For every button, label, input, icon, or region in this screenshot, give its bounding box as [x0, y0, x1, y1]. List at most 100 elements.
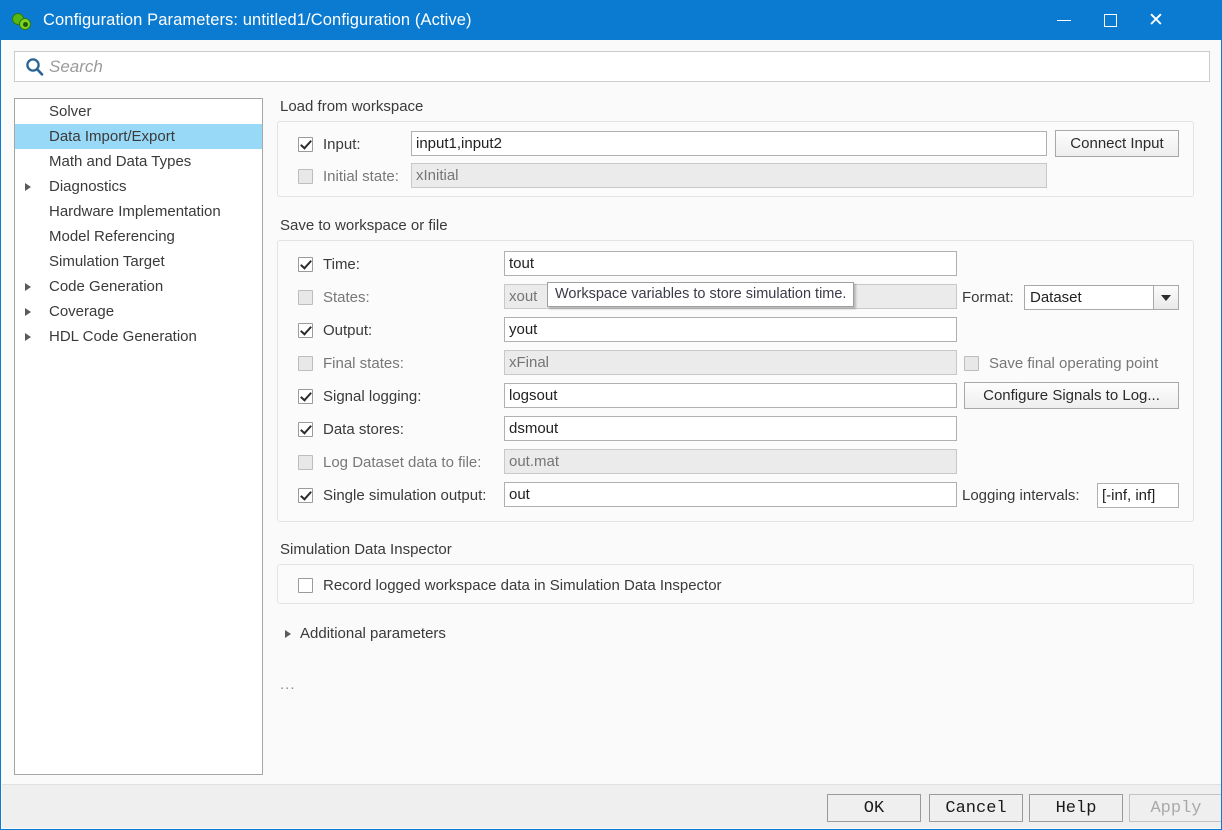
minimize-button[interactable] [1041, 1, 1087, 40]
ok-button[interactable]: OK [827, 794, 921, 822]
minimize-icon [1057, 20, 1071, 21]
sidebar-item-model-referencing[interactable]: Model Referencing [15, 224, 262, 249]
simulink-icon [12, 11, 32, 31]
output-checkbox[interactable] [298, 323, 313, 338]
sidebar-item-diagnostics[interactable]: Diagnostics [15, 174, 262, 199]
time-field[interactable] [504, 251, 957, 276]
connect-input-button[interactable]: Connect Input [1055, 130, 1179, 157]
data-stores-checkbox[interactable] [298, 422, 313, 437]
simulation-data-inspector-title: Simulation Data Inspector [280, 541, 452, 558]
sidebar-item-label: Data Import/Export [49, 128, 175, 145]
sidebar-item-label: Simulation Target [49, 253, 165, 270]
settings-panel: Load from workspace Input: Connect Input… [277, 98, 1210, 775]
output-label: Output: [323, 322, 372, 339]
initial-state-label: Initial state: [323, 168, 399, 185]
format-value: Dataset [1025, 286, 1153, 309]
search-bar[interactable] [14, 51, 1210, 82]
initial-state-checkbox[interactable] [298, 169, 313, 184]
save-final-operating-point-label: Save final operating point [989, 355, 1158, 372]
sidebar-item-label: Model Referencing [49, 228, 175, 245]
final-states-label: Final states: [323, 355, 404, 372]
final-states-field[interactable] [504, 350, 957, 375]
output-row: Output: [298, 315, 372, 345]
final-states-row: Final states: [298, 348, 404, 378]
apply-button: Apply [1129, 794, 1222, 822]
sidebar-item-hardware-implementation[interactable]: Hardware Implementation [15, 199, 262, 224]
save-to-workspace-title: Save to workspace or file [280, 217, 448, 234]
search-icon [21, 57, 47, 76]
final-states-checkbox[interactable] [298, 356, 313, 371]
data-stores-field[interactable] [504, 416, 957, 441]
logging-intervals-field[interactable] [1097, 483, 1179, 508]
save-final-operating-point-checkbox[interactable] [964, 356, 979, 371]
single-simulation-output-row: Single simulation output: [298, 480, 486, 510]
search-input[interactable] [49, 57, 1209, 77]
save-final-operating-point-row: Save final operating point [964, 348, 1158, 378]
initial-state-field[interactable] [411, 163, 1047, 188]
single-simulation-output-checkbox[interactable] [298, 488, 313, 503]
sidebar-item-label: HDL Code Generation [49, 328, 197, 345]
record-logged-data-row: Record logged workspace data in Simulati… [298, 570, 722, 600]
sidebar-item-hdl-code-generation[interactable]: HDL Code Generation [15, 324, 262, 349]
data-stores-row: Data stores: [298, 414, 404, 444]
load-from-workspace-group: Input: Connect Input Initial state: [277, 121, 1194, 197]
time-label: Time: [323, 256, 360, 273]
signal-logging-row: Signal logging: [298, 381, 421, 411]
tooltip-text: Workspace variables to store simulation … [555, 286, 846, 302]
initial-state-row: Initial state: [298, 161, 399, 191]
sidebar-item-label: Hardware Implementation [49, 203, 221, 220]
help-button[interactable]: Help [1029, 794, 1123, 822]
chevron-right-icon [285, 630, 291, 638]
chevron-right-icon[interactable] [25, 333, 41, 341]
log-dataset-data-to-file-label: Log Dataset data to file: [323, 454, 481, 471]
sidebar-item-math-and-data-types[interactable]: Math and Data Types [15, 149, 262, 174]
logging-intervals-label: Logging intervals: [962, 487, 1080, 504]
sidebar-item-coverage[interactable]: Coverage [15, 299, 262, 324]
additional-parameters-disclosure[interactable]: Additional parameters [285, 625, 446, 642]
sidebar-item-label: Diagnostics [49, 178, 127, 195]
maximize-icon [1104, 14, 1117, 27]
format-label: Format: [962, 289, 1014, 306]
tooltip: Workspace variables to store simulation … [547, 282, 854, 307]
chevron-down-icon[interactable] [1153, 286, 1178, 309]
single-simulation-output-field[interactable] [504, 482, 957, 507]
dialog-footer: OK Cancel Help Apply [2, 784, 1222, 828]
cancel-button[interactable]: Cancel [929, 794, 1023, 822]
time-checkbox[interactable] [298, 257, 313, 272]
input-checkbox[interactable] [298, 137, 313, 152]
sidebar-item-code-generation[interactable]: Code Generation [15, 274, 262, 299]
input-label: Input: [323, 136, 361, 153]
window-title: Configuration Parameters: untitled1/Conf… [43, 11, 472, 30]
category-tree[interactable]: Solver Data Import/Export Math and Data … [14, 98, 263, 775]
states-checkbox[interactable] [298, 290, 313, 305]
signal-logging-checkbox[interactable] [298, 389, 313, 404]
chevron-right-icon[interactable] [25, 308, 41, 316]
log-dataset-data-to-file-checkbox[interactable] [298, 455, 313, 470]
signal-logging-field[interactable] [504, 383, 957, 408]
sidebar-item-label: Coverage [49, 303, 114, 320]
single-simulation-output-label: Single simulation output: [323, 487, 486, 504]
sidebar-item-label: Math and Data Types [49, 153, 191, 170]
record-logged-data-checkbox[interactable] [298, 578, 313, 593]
close-button[interactable]: ✕ [1133, 1, 1179, 40]
sidebar-item-data-import-export[interactable]: Data Import/Export [15, 124, 262, 149]
close-icon: ✕ [1148, 11, 1164, 30]
ellipsis-text: ... [280, 676, 296, 693]
configure-signals-to-log-button[interactable]: Configure Signals to Log... [964, 382, 1179, 409]
chevron-right-icon[interactable] [25, 283, 41, 291]
title-bar: Configuration Parameters: untitled1/Conf… [1, 1, 1222, 40]
record-logged-data-label: Record logged workspace data in Simulati… [323, 577, 722, 594]
time-row: Time: [298, 249, 360, 279]
sidebar-item-simulation-target[interactable]: Simulation Target [15, 249, 262, 274]
sidebar-item-label: Solver [49, 103, 92, 120]
maximize-button[interactable] [1087, 1, 1133, 40]
data-stores-label: Data stores: [323, 421, 404, 438]
input-field[interactable] [411, 131, 1047, 156]
log-dataset-data-to-file-field[interactable] [504, 449, 957, 474]
output-field[interactable] [504, 317, 957, 342]
load-from-workspace-title: Load from workspace [280, 98, 1210, 115]
chevron-right-icon[interactable] [25, 183, 41, 191]
format-dropdown[interactable]: Dataset [1024, 285, 1179, 310]
sidebar-item-solver[interactable]: Solver [15, 99, 262, 124]
signal-logging-label: Signal logging: [323, 388, 421, 405]
